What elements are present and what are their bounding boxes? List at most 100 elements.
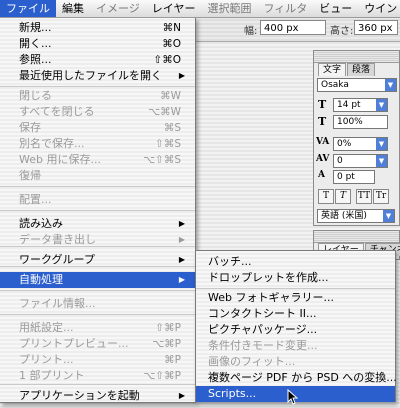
menu-item-label: ファイル情報... — [19, 297, 96, 310]
menu-item-label: 自動処理 — [19, 273, 63, 286]
menu-item-label: 複数ページ PDF から PSD への変換... — [208, 371, 397, 384]
options-bar: 定 幅: 400 px 高さ: 360 px — [180, 17, 400, 42]
bold-style-button[interactable]: T — [318, 189, 334, 204]
height-label: 高さ: — [330, 26, 354, 37]
submenu-arrow-icon: ▶ — [178, 391, 185, 400]
baseline-field[interactable]: 0 pt — [333, 170, 375, 184]
menu-item-label: 画像のフィット... — [208, 355, 296, 368]
width-label: 幅: — [244, 26, 258, 37]
font-size-icon: T — [318, 98, 327, 111]
file-menu-item-revert: 復帰 — [0, 168, 195, 184]
file-menu-item-import[interactable]: 読み込み ▶ — [0, 216, 195, 232]
file-menu-item-save-for-web: Web 用に保存... ⌥⇧⌘S — [0, 152, 195, 168]
menu-item-label: 配置... — [19, 193, 52, 206]
font-family-select[interactable]: Osaka ▼ — [317, 78, 397, 92]
menu-item-label: 参照... — [19, 53, 52, 66]
menu-item-label: コンタクトシート II... — [208, 307, 317, 320]
menubar-edit[interactable]: 編集 — [56, 0, 90, 17]
leading-value: 100% — [337, 117, 363, 127]
chevron-down-icon: ▼ — [376, 99, 387, 111]
automate-item-picture-package[interactable]: ピクチャパッケージ... — [196, 322, 395, 338]
palette-titlebar[interactable] — [314, 51, 399, 63]
smallcaps-style-button[interactable]: Tr — [373, 189, 389, 204]
menu-item-shortcut: ⇧⌘S — [155, 138, 181, 150]
menu-item-label: 開く... — [19, 37, 52, 50]
menu-item-shortcut: ⌘W — [160, 90, 181, 102]
kerning-icon: AV — [316, 154, 330, 164]
submenu-arrow-icon: ▶ — [178, 71, 185, 80]
automate-item-fit-image: 画像のフィット... — [196, 354, 395, 370]
file-menu-item-page-setup: 用紙設定... ⇧⌘P — [0, 320, 195, 336]
menu-item-label: 最近使用したファイルを開く — [19, 69, 162, 82]
menu-separator — [0, 266, 195, 267]
menubar-filter[interactable]: フィルタ — [257, 0, 313, 17]
allcaps-style-button[interactable]: TT — [356, 189, 372, 204]
automate-item-batch[interactable]: バッチ... — [196, 254, 395, 270]
file-menu-item-new[interactable]: 新規... ⌘N — [0, 20, 195, 36]
file-menu-item-browse[interactable]: 参照... ⇧⌘O — [0, 52, 195, 68]
file-menu-item-print-preview: プリントプレビュー... ⌥⌘P — [0, 336, 195, 352]
menu-item-label: 読み込み — [19, 217, 63, 230]
tracking-select[interactable]: 0% ▼ — [333, 137, 388, 151]
tab-paragraph[interactable]: 段落 — [347, 63, 376, 76]
baseline-value: 0 pt — [337, 172, 355, 182]
menu-item-shortcut: ⇧⌘P — [155, 322, 181, 334]
file-menu-item-open-recent[interactable]: 最近使用したファイルを開く ▶ — [0, 68, 195, 84]
menubar-file[interactable]: ファイル — [0, 0, 56, 17]
tab-character[interactable]: 文字 — [318, 63, 347, 76]
menu-item-shortcut: ⌥⌘W — [148, 106, 181, 118]
automate-item-contact-sheet[interactable]: コンタクトシート II... — [196, 306, 395, 322]
menu-item-shortcut: ⌘O — [162, 38, 181, 50]
mouse-pointer-icon — [287, 389, 298, 405]
baseline-icon: A — [318, 170, 325, 180]
menu-item-label: 閉じる — [19, 89, 52, 102]
width-field[interactable]: 400 px — [260, 20, 326, 35]
menu-item-label: Web フォトギャラリー... — [208, 291, 334, 304]
chevron-down-icon: ▼ — [383, 210, 394, 222]
menu-separator — [0, 246, 195, 247]
italic-style-button[interactable]: T — [335, 189, 351, 204]
leading-field[interactable]: 100% — [333, 115, 388, 129]
menu-separator — [0, 186, 195, 187]
font-family-value: Osaka — [321, 80, 349, 90]
menu-separator — [0, 210, 195, 211]
automate-item-multipage-pdf-to-psd[interactable]: 複数ページ PDF から PSD への変換... — [196, 370, 397, 386]
leading-icon: T — [318, 115, 327, 128]
tracking-value: 0% — [337, 139, 352, 149]
menu-separator — [0, 384, 195, 385]
menu-item-shortcut: ⌥⇧⌘P — [143, 370, 181, 382]
file-menu-item-open[interactable]: 開く... ⌘O — [0, 36, 195, 52]
menubar-select[interactable]: 選択範囲 — [201, 0, 257, 17]
menu-separator — [0, 86, 195, 87]
menu-item-label: 条件付きモード変更... — [208, 339, 318, 352]
menu-bar: ファイル編集イメージレイヤー選択範囲フィルタビューウインドウ — [0, 0, 400, 18]
font-size-select[interactable]: 14 pt ▼ — [333, 98, 388, 112]
palette-titlebar[interactable] — [314, 231, 399, 243]
menu-item-label: 別名で保存... — [19, 137, 85, 150]
height-field[interactable]: 360 px — [354, 20, 398, 35]
automate-item-create-droplet[interactable]: ドロップレットを作成... — [196, 270, 395, 286]
menubar-window[interactable]: ウインドウ — [358, 0, 400, 17]
file-menu-item-print-one-copy: 1 部プリント ⌥⇧⌘P — [0, 368, 195, 384]
menubar-layer[interactable]: レイヤー — [146, 0, 202, 17]
menu-item-shortcut: ⌥⇧⌘S — [142, 154, 181, 166]
character-palette: 文字 段落 Osaka ▼ T 14 pt ▼ T 100% VA 0% ▼ A… — [313, 50, 400, 226]
menu-item-label: 保存 — [19, 121, 41, 134]
menu-item-shortcut: ⇧⌘O — [153, 54, 181, 66]
file-menu-item-jump-to[interactable]: アプリケーションを起動 ▶ — [0, 388, 195, 404]
file-menu-item-automate[interactable]: 自動処理 ▶ — [0, 272, 195, 288]
menu-item-label: アプリケーションを起動 — [19, 389, 140, 402]
menu-item-shortcut: ⌘S — [163, 122, 181, 134]
kerning-select[interactable]: 0 ▼ — [333, 154, 388, 168]
automate-item-web-photo-gallery[interactable]: Web フォトギャラリー... — [196, 290, 395, 306]
language-select[interactable]: 英語 (米国) ▼ — [317, 209, 395, 223]
chevron-down-icon: ▼ — [376, 155, 387, 167]
file-menu-item-save: 保存 ⌘S — [0, 120, 195, 136]
file-menu-item-place: 配置... — [0, 192, 195, 208]
menu-item-label: 復帰 — [19, 169, 41, 182]
menu-item-shortcut: ⌘P — [164, 354, 181, 366]
menubar-view[interactable]: ビュー — [313, 0, 358, 17]
chevron-down-icon: ▼ — [385, 79, 396, 91]
menubar-image[interactable]: イメージ — [90, 0, 146, 17]
file-menu: 新規... ⌘N 開く... ⌘O 参照... ⇧⌘O 最近使用したファイルを開く ▶ 閉じる ⌘… — [0, 17, 196, 403]
